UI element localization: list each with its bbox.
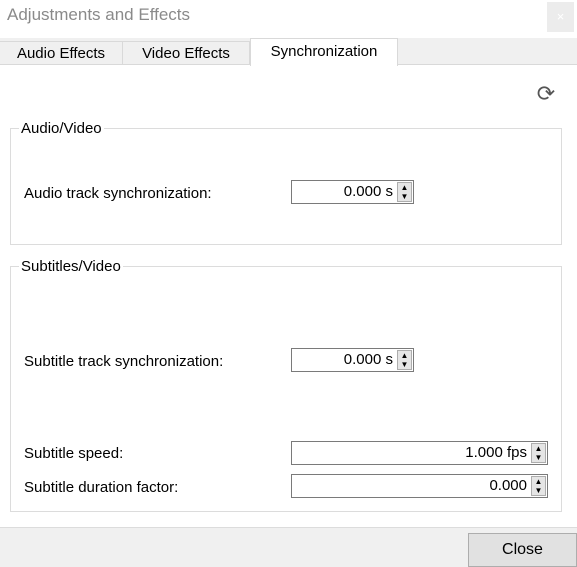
subtitle-speed-spinbox[interactable]: 1.000 fps ▲ ▼: [291, 441, 548, 465]
subtitle-sync-value: 0.000 s: [343, 351, 393, 368]
spin-arrows-icon[interactable]: ▲ ▼: [531, 476, 546, 496]
tab-audio-effects[interactable]: Audio Effects: [0, 41, 123, 65]
subtitle-duration-spinbox[interactable]: 0.000 ▲ ▼: [291, 474, 548, 498]
close-button[interactable]: Close: [468, 533, 577, 567]
reset-icon[interactable]: ⟳: [534, 82, 558, 106]
tab-video-effects[interactable]: Video Effects: [123, 41, 250, 65]
audio-sync-value: 0.000 s: [343, 183, 393, 200]
subtitle-speed-value: 1.000 fps: [465, 444, 527, 461]
spin-arrows-icon[interactable]: ▲ ▼: [397, 182, 412, 202]
tab-bar: Audio Effects Video Effects Synchronizat…: [0, 38, 577, 66]
window-close-button[interactable]: ×: [547, 2, 574, 32]
spin-arrows-icon[interactable]: ▲ ▼: [397, 350, 412, 370]
subtitle-speed-label: Subtitle speed:: [24, 445, 124, 462]
subtitle-sync-label: Subtitle track synchronization:: [24, 353, 224, 370]
group-title: Subtitles/Video: [19, 258, 123, 275]
tab-synchronization[interactable]: Synchronization: [250, 38, 398, 66]
audio-sync-spinbox[interactable]: 0.000 s ▲ ▼: [291, 180, 414, 204]
subtitle-duration-label: Subtitle duration factor:: [24, 479, 179, 496]
subtitle-duration-value: 0.000: [489, 477, 527, 494]
spin-arrows-icon[interactable]: ▲ ▼: [531, 443, 546, 463]
subtitle-sync-spinbox[interactable]: 0.000 s ▲ ▼: [291, 348, 414, 372]
window-title: Adjustments and Effects: [7, 5, 191, 24]
group-title: Audio/Video: [19, 120, 104, 137]
audio-sync-label: Audio track synchronization:: [24, 185, 212, 202]
